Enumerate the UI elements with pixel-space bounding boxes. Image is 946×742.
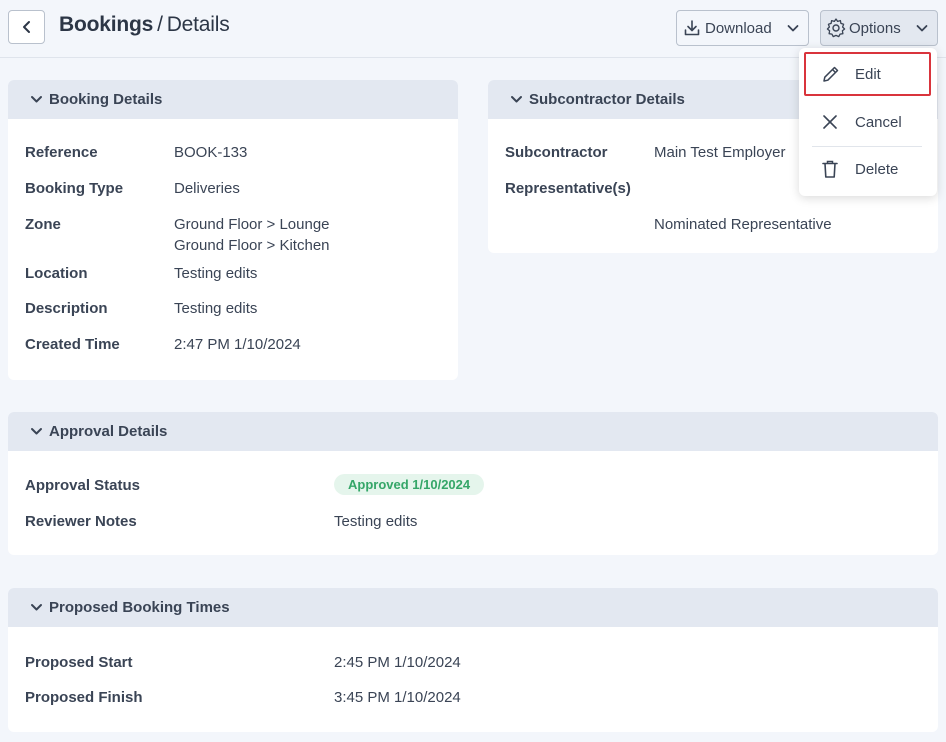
location-label: Location [25,265,88,282]
menu-item-delete[interactable]: Delete [799,147,937,191]
download-button[interactable]: Download [676,10,809,46]
back-button[interactable] [8,10,45,44]
proposed-start-value: 2:45 PM 1/10/2024 [334,654,461,671]
chevron-down-icon [786,21,800,35]
proposed-times-card: Proposed Booking Times Proposed Start 2:… [8,588,938,732]
zone-value: Ground Floor > Lounge [174,216,330,233]
subcontractor-value: Main Test Employer [654,144,786,161]
zone-label: Zone [25,216,61,233]
reviewer-notes-value: Testing edits [334,513,418,530]
breadcrumb-root[interactable]: Bookings [59,13,153,36]
status-badge: Approved 1/10/2024 [334,474,485,495]
proposed-finish-label: Proposed Finish [25,689,143,706]
representatives-label: Representative(s) [505,180,631,197]
chevron-down-icon [510,93,523,106]
approval-details-header[interactable]: Approval Details [8,412,938,451]
trash-icon [821,159,843,179]
reference-value: BOOK-133 [174,144,248,161]
download-icon [683,19,701,37]
menu-item-label: Cancel [855,113,902,131]
location-value: Testing edits [174,265,258,282]
menu-item-edit[interactable]: Edit [804,52,931,96]
download-label: Download [705,19,772,37]
reviewer-notes-label: Reviewer Notes [25,513,137,530]
options-label: Options [849,19,901,37]
proposed-start-label: Proposed Start [25,654,133,671]
reference-label: Reference [25,144,98,161]
created-time-value: 2:47 PM 1/10/2024 [174,336,301,353]
breadcrumb-separator: / [157,13,163,36]
card-title: Approval Details [49,423,168,440]
zone-value-secondary: Ground Floor > Kitchen [174,237,330,254]
page-title: Bookings / Details [59,13,230,37]
chevron-down-icon [30,425,43,438]
chevron-down-icon [30,601,43,614]
close-icon [821,113,843,131]
options-menu: Edit Cancel Delete [799,48,937,196]
chevron-down-icon [915,21,929,35]
description-value: Testing edits [174,300,258,317]
approval-status-badge: Approved 1/10/2024 [334,474,485,495]
approval-status-label: Approval Status [25,477,141,494]
card-title: Proposed Booking Times [49,599,230,616]
pencil-icon [821,64,843,84]
menu-item-label: Delete [855,160,899,178]
description-label: Description [25,300,108,317]
menu-item-cancel[interactable]: Cancel [799,100,937,144]
booking-type-value: Deliveries [174,180,240,197]
booking-details-header[interactable]: Booking Details [8,80,458,119]
chevron-down-icon [30,93,43,106]
proposed-times-header[interactable]: Proposed Booking Times [8,588,938,627]
menu-item-label: Edit [855,65,881,83]
created-time-label: Created Time [25,336,120,353]
breadcrumb-current: Details [166,13,230,36]
proposed-finish-value: 3:45 PM 1/10/2024 [334,689,461,706]
card-title: Subcontractor Details [529,91,685,108]
representative-value: Nominated Representative [654,216,832,233]
chevron-left-icon [20,20,34,34]
booking-details-card: Booking Details Reference BOOK-133 Booki… [8,80,458,380]
card-title: Booking Details [49,91,163,108]
subcontractor-label: Subcontractor [505,144,608,161]
approval-details-card: Approval Details Approval Status Approve… [8,412,938,555]
booking-type-label: Booking Type [25,180,124,197]
gear-icon [825,17,847,39]
options-button[interactable]: Options [820,10,938,46]
